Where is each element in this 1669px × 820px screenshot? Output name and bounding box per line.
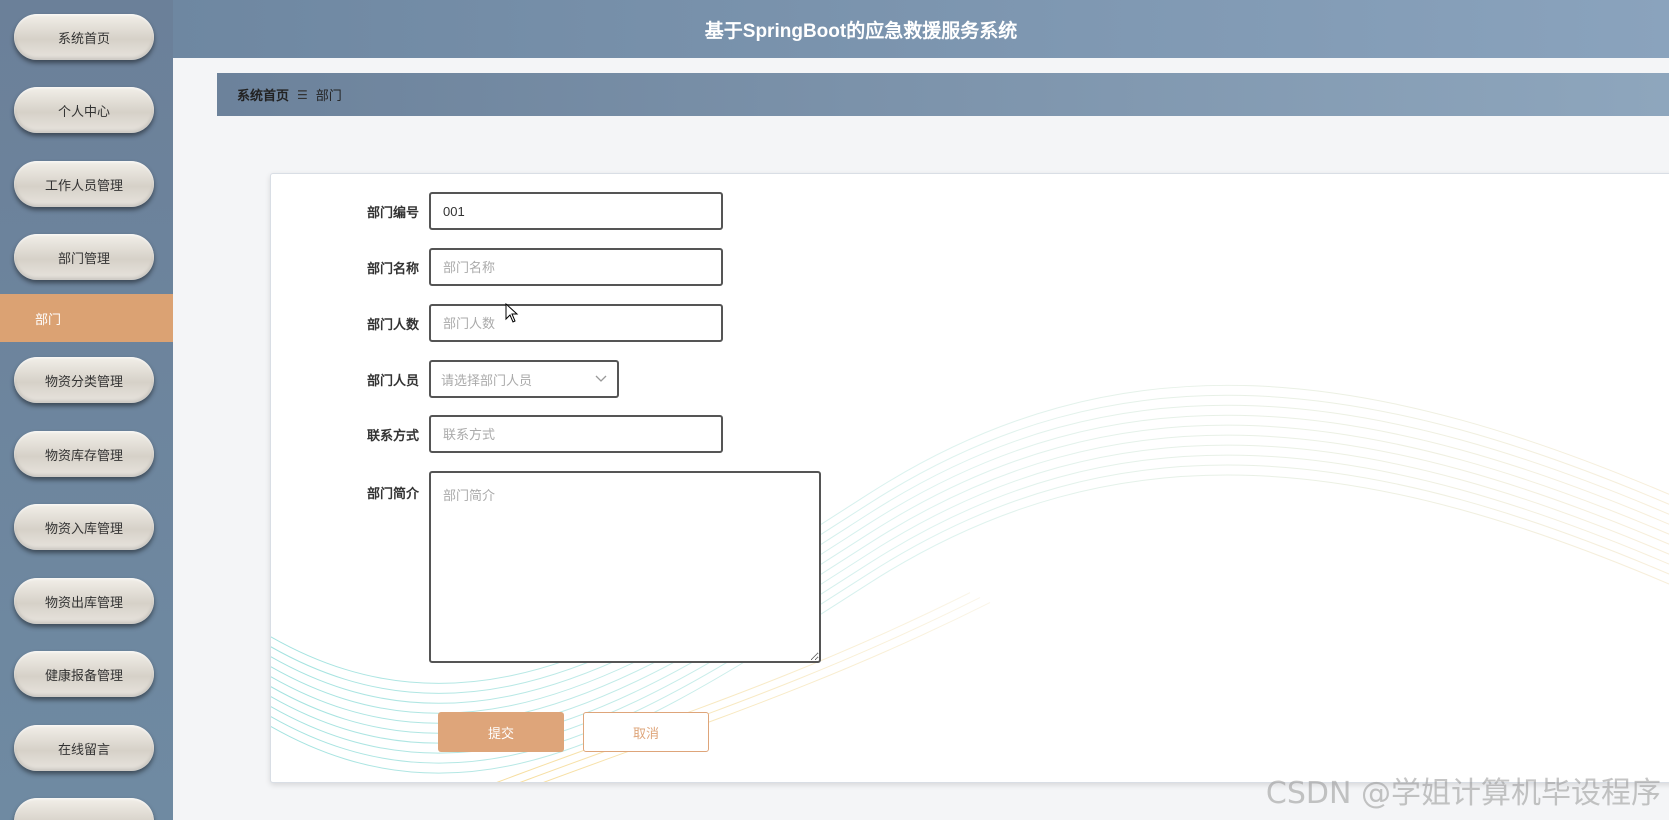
- intro-row: 部门简介: [271, 471, 821, 663]
- breadcrumb-home[interactable]: 系统首页: [237, 85, 289, 104]
- contact-input[interactable]: [429, 415, 723, 453]
- top-header: 基于SpringBoot的应急救援服务系统: [173, 0, 1669, 58]
- contact-row: 联系方式: [271, 415, 723, 453]
- dept-no-row: 部门编号: [271, 192, 723, 230]
- dept-member-placeholder: 请选择部门人员: [441, 372, 533, 388]
- sidebar-item-material-category[interactable]: 物资分类管理: [14, 357, 154, 403]
- dept-count-row: 部门人数: [271, 304, 723, 342]
- breadcrumb: 系统首页 ☰ 部门: [217, 73, 1669, 116]
- dept-name-row: 部门名称: [271, 248, 723, 286]
- chevron-down-icon: [595, 375, 607, 382]
- app-title: 基于SpringBoot的应急救援服务系统: [704, 20, 1018, 42]
- sidebar-item-material-inventory[interactable]: 物资库存管理: [14, 431, 154, 477]
- dept-name-input[interactable]: [429, 248, 723, 286]
- breadcrumb-separator-icon: ☰: [297, 87, 308, 102]
- sidebar-item-material-outbound[interactable]: 物资出库管理: [14, 578, 154, 624]
- intro-label: 部门简介: [366, 486, 419, 501]
- submit-button[interactable]: 提交: [438, 712, 564, 752]
- intro-textarea[interactable]: [429, 471, 821, 663]
- dept-count-label: 部门人数: [366, 316, 419, 332]
- sidebar-item-department[interactable]: 部门: [0, 294, 173, 342]
- sidebar-item-department-management[interactable]: 部门管理: [14, 234, 154, 280]
- form-panel: 部门编号 部门名称 部门人数 部门人员 请选择部门人员 联系方式 部门简介 提交…: [270, 173, 1669, 783]
- dept-count-input[interactable]: [429, 304, 723, 342]
- sidebar-item-material-inbound[interactable]: 物资入库管理: [14, 504, 154, 550]
- contact-label: 联系方式: [366, 427, 419, 443]
- watermark: CSDN @学姐计算机毕设程序: [1265, 776, 1661, 811]
- sidebar-item-online-message[interactable]: 在线留言: [14, 725, 154, 771]
- sidebar: 系统首页 个人中心 工作人员管理 部门管理 部门 物资分类管理 物资库存管理 物…: [0, 0, 173, 820]
- cancel-button[interactable]: 取消: [583, 712, 709, 752]
- sidebar-item-home[interactable]: 系统首页: [14, 14, 154, 60]
- dept-name-label: 部门名称: [366, 260, 419, 276]
- dept-member-select[interactable]: 请选择部门人员: [429, 360, 619, 398]
- mouse-cursor-icon: [505, 303, 519, 323]
- dept-no-input[interactable]: [429, 192, 723, 230]
- dept-no-label: 部门编号: [366, 204, 419, 220]
- sidebar-item-health-report[interactable]: 健康报备管理: [14, 651, 154, 697]
- sidebar-item-personal-center[interactable]: 个人中心: [14, 87, 154, 133]
- breadcrumb-current: 部门: [315, 88, 342, 103]
- dept-member-row: 部门人员 请选择部门人员: [271, 360, 619, 398]
- sidebar-item-more[interactable]: [14, 798, 154, 820]
- dept-member-label: 部门人员: [366, 372, 419, 388]
- sidebar-item-staff-management[interactable]: 工作人员管理: [14, 161, 154, 207]
